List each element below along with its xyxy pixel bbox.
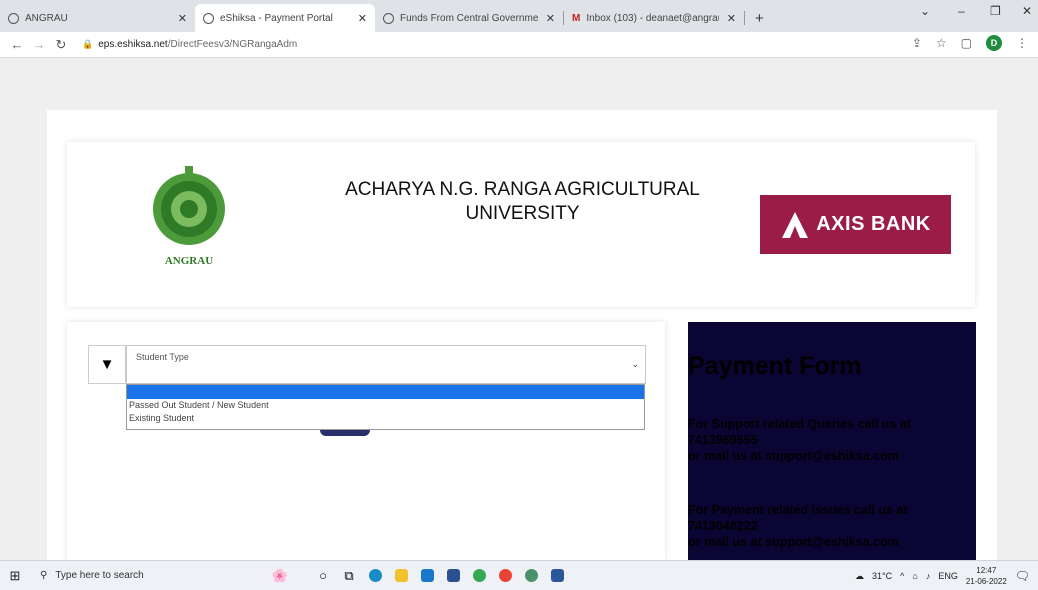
share-icon[interactable]: ⇪: [912, 36, 922, 50]
back-icon[interactable]: ←: [6, 37, 28, 52]
close-icon[interactable]: ✕: [170, 12, 187, 25]
edge-icon[interactable]: [362, 563, 388, 589]
windows-start-icon[interactable]: ⊞: [0, 568, 30, 584]
forward-icon[interactable]: →: [28, 37, 50, 52]
word-icon[interactable]: [544, 563, 570, 589]
student-type-select[interactable]: Student Type ⌄: [126, 345, 646, 384]
search-icon: ⚲: [40, 570, 48, 581]
tab-gmail-inbox[interactable]: M Inbox (103) - deanaet@angrau.a ✕: [564, 4, 744, 32]
search-placeholder: Type here to search: [55, 570, 144, 581]
chrome-icon[interactable]: [466, 563, 492, 589]
restore-icon[interactable]: ❐: [990, 4, 1001, 18]
url-host: eps.eshiksa.net: [98, 39, 168, 50]
url-field[interactable]: 🔒 eps.eshiksa.net /DirectFeesv3/NGRangaA…: [82, 35, 297, 55]
tab-eshiksa[interactable]: eShiksa - Payment Portal ✕: [195, 4, 375, 32]
logo-caption: ANGRAU: [165, 255, 213, 267]
support-text: For Support related Queries call us at 7…: [688, 416, 976, 464]
lock-icon: 🔒: [82, 39, 94, 49]
axis-bank-logo: AXIS BANK: [760, 195, 951, 254]
payment-line: For Payment related issues call us at: [688, 503, 908, 517]
language[interactable]: ENG: [938, 571, 958, 581]
address-bar: ← → ↻ 🔒 eps.eshiksa.net /DirectFeesv3/NG…: [0, 32, 1038, 58]
chrome-canary-icon[interactable]: [518, 563, 544, 589]
notification-icon[interactable]: 🗨: [1015, 569, 1030, 583]
new-tab-button[interactable]: +: [745, 4, 774, 32]
taskbar-search[interactable]: ⚲ Type here to search: [30, 564, 220, 588]
support-mail: or mail us at support@eshiksa.com: [688, 449, 899, 463]
reload-icon[interactable]: ↻: [50, 37, 72, 53]
browser-tab-bar: ANGRAU ✕ eShiksa - Payment Portal ✕ Fund…: [0, 0, 1038, 32]
sidepanel-icon[interactable]: ▢: [961, 36, 972, 50]
chevron-down-icon: ⌄: [631, 359, 639, 369]
minimize-icon[interactable]: –: [958, 4, 965, 18]
tab-title: Funds From Central Government: [400, 12, 538, 24]
payment-phone: 7413048222: [688, 519, 758, 533]
dropdown-option[interactable]: Existing Student: [127, 412, 644, 425]
submit-button[interactable]: [320, 430, 370, 436]
cortana-icon[interactable]: ○: [310, 563, 336, 589]
toolbar-right: ⇪ ☆ ▢ D ⋮: [912, 35, 1028, 51]
file-explorer-icon[interactable]: [388, 563, 414, 589]
system-tray: ☁ 31°C ^ ⌂ ♪ ENG 12:47 21-06-2022 🗨: [855, 565, 1030, 587]
mail-icon[interactable]: [414, 563, 440, 589]
chevron-up-icon[interactable]: ^: [900, 571, 904, 581]
tab-title: ANGRAU: [25, 12, 68, 24]
tab-search-icon[interactable]: ⌄: [920, 4, 930, 18]
payment-mail: or mail us at support@eshiksa.com: [688, 535, 899, 549]
clock-date: 21-06-2022: [965, 577, 1007, 586]
angrau-logo: ANGRAU: [153, 166, 225, 267]
globe-icon: [8, 12, 19, 24]
bookmark-star-icon[interactable]: ☆: [936, 36, 947, 50]
support-line: For Support related Queries call us at: [688, 417, 911, 431]
globe-icon: [383, 12, 394, 24]
select-label: Student Type: [136, 352, 189, 362]
payment-issues-text: For Payment related issues call us at 74…: [688, 502, 976, 550]
weather-temp[interactable]: 31°C: [872, 571, 892, 581]
store-icon[interactable]: [440, 563, 466, 589]
chrome-profile-icon[interactable]: [492, 563, 518, 589]
dropdown-option[interactable]: Passed Out Student / New Student: [127, 399, 644, 412]
volume-icon[interactable]: ♪: [926, 571, 931, 581]
weather-icon: ☁: [855, 570, 865, 581]
menu-icon[interactable]: ⋮: [1016, 36, 1028, 50]
globe-icon: [203, 12, 214, 24]
tab-funds[interactable]: Funds From Central Government ✕: [375, 4, 563, 32]
network-icon[interactable]: ⌂: [912, 571, 917, 581]
payment-form-title: Payment Form: [688, 352, 862, 380]
tab-title: eShiksa - Payment Portal: [220, 12, 333, 24]
caret-down-icon[interactable]: ▼: [88, 345, 126, 384]
gmail-icon: M: [572, 12, 581, 24]
clock-time: 12:47: [976, 566, 997, 575]
close-icon[interactable]: ✕: [719, 12, 736, 25]
tab-angrau[interactable]: ANGRAU ✕: [0, 4, 195, 32]
close-icon[interactable]: ✕: [538, 12, 555, 25]
task-view-icon[interactable]: ⧉: [336, 563, 362, 589]
axis-logo-icon: [782, 211, 809, 238]
university-name: ACHARYA N.G. RANGA AGRICULTURAL UNIVERSI…: [345, 179, 700, 224]
clock[interactable]: 12:47 21-06-2022: [966, 565, 1007, 587]
tab-title: Inbox (103) - deanaet@angrau.a: [586, 12, 719, 24]
windows-taskbar: ⊞ ⚲ Type here to search 🌸 ○ ⧉ ☁ 31°C ^ ⌂…: [0, 560, 1038, 590]
profile-avatar[interactable]: D: [986, 35, 1002, 51]
close-window-icon[interactable]: ✕: [1022, 4, 1032, 18]
close-icon[interactable]: ✕: [350, 12, 367, 25]
student-type-dropdown: Passed Out Student / New Student Existin…: [126, 384, 645, 430]
widgets-icon[interactable]: 🌸: [250, 563, 310, 589]
support-phone: 7413969555: [688, 433, 758, 447]
dropdown-option[interactable]: [127, 385, 644, 399]
bank-name: AXIS BANK: [816, 213, 931, 235]
url-path: /DirectFeesv3/NGRangaAdm: [167, 39, 298, 50]
